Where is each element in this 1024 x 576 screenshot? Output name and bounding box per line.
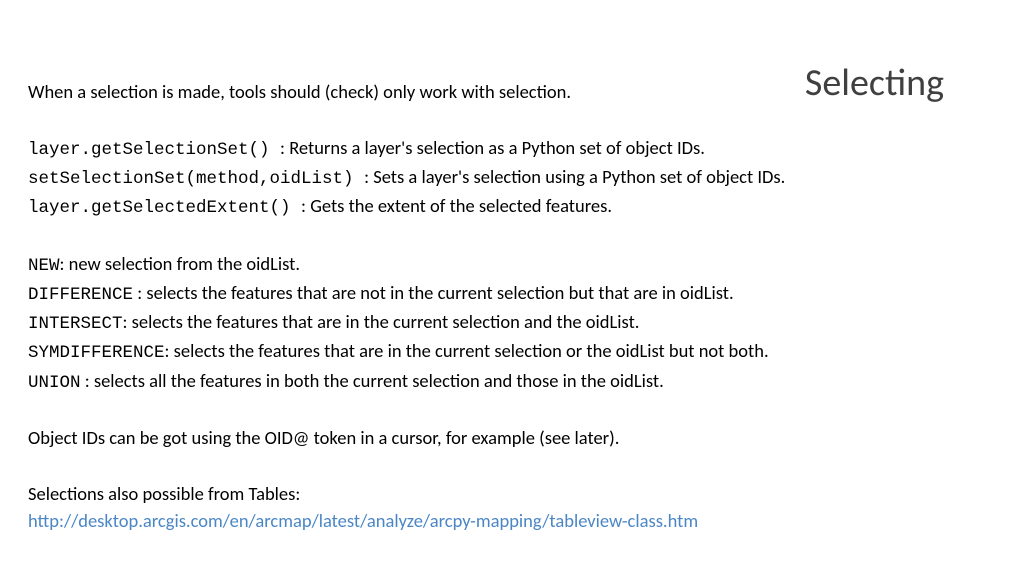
- methods-list: NEW: new selection from the oidList. DIF…: [28, 250, 996, 396]
- method-sep: :: [81, 369, 94, 392]
- api-list: layer.getSelectionSet() : Returns a laye…: [28, 134, 996, 222]
- api-item: layer.getSelectionSet() : Returns a laye…: [28, 134, 996, 163]
- api-desc: Gets the extent of the selected features…: [310, 194, 612, 217]
- method-code: DIFFERENCE: [28, 285, 133, 305]
- api-sep: :: [364, 165, 373, 188]
- api-code: setSelectionSet(method,oidList): [28, 169, 364, 189]
- api-desc: Sets a layer's selection using a Python …: [373, 165, 785, 188]
- method-desc: selects the features that are in the cur…: [132, 310, 640, 333]
- method-code: NEW: [28, 256, 60, 276]
- method-desc: selects the features that are not in the…: [146, 281, 733, 304]
- method-sep: :: [60, 252, 69, 275]
- api-item: layer.getSelectedExtent() : Gets the ext…: [28, 192, 996, 221]
- api-sep: :: [301, 194, 310, 217]
- method-item: DIFFERENCE : selects the features that a…: [28, 279, 996, 308]
- oid-paragraph: Object IDs can be got using the OID@ tok…: [28, 424, 996, 452]
- method-desc: selects the features that are in the cur…: [174, 339, 769, 362]
- method-desc: selects all the features in both the cur…: [94, 369, 664, 392]
- api-item: setSelectionSet(method,oidList) : Sets a…: [28, 163, 996, 192]
- method-sep: :: [133, 281, 146, 304]
- slide-title: Selecting: [805, 55, 944, 112]
- api-sep: :: [280, 136, 289, 159]
- method-item: SYMDIFFERENCE: selects the features that…: [28, 337, 996, 366]
- doc-link[interactable]: http://desktop.arcgis.com/en/arcmap/late…: [28, 509, 698, 532]
- tables-intro: Selections also possible from Tables:: [28, 480, 996, 508]
- method-sep: :: [165, 339, 174, 362]
- api-code: layer.getSelectionSet(): [28, 140, 280, 160]
- method-desc: new selection from the oidList.: [69, 252, 300, 275]
- method-code: UNION: [28, 373, 81, 393]
- method-item: INTERSECT: selects the features that are…: [28, 308, 996, 337]
- api-desc: Returns a layer's selection as a Python …: [289, 136, 705, 159]
- method-sep: :: [123, 310, 132, 333]
- method-item: NEW: new selection from the oidList.: [28, 250, 996, 279]
- method-code: SYMDIFFERENCE: [28, 343, 165, 363]
- method-item: UNION : selects all the features in both…: [28, 367, 996, 396]
- method-code: INTERSECT: [28, 314, 123, 334]
- api-code: layer.getSelectedExtent(): [28, 198, 301, 218]
